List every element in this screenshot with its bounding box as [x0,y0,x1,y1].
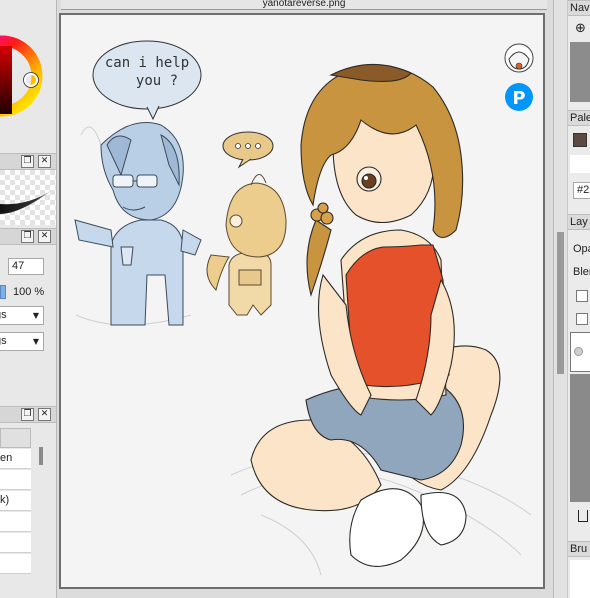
new-layer-icon[interactable] [578,510,588,522]
blend-dropdown-2[interactable]: gs ▼ [0,332,44,351]
zoom-icon[interactable]: ⊕ [575,21,586,36]
document-title[interactable]: yanotareverse.png [61,0,547,10]
list-scrollbar-thumb[interactable] [39,447,43,465]
restore-icon[interactable]: ❐ [21,408,34,421]
layer-checkbox-2[interactable] [576,313,588,325]
close-icon[interactable]: ✕ [38,230,51,243]
artwork: can i help you ? P [74,40,534,576]
canvas-area: yanotareverse.png can i help you ? P [57,0,553,598]
scrollbar-thumb[interactable] [557,232,564,374]
restore-icon[interactable]: ❐ [21,230,34,243]
layer-checkbox-1[interactable] [576,290,588,302]
navigator-preview [570,42,590,102]
hex-color-field[interactable]: #2 [573,182,590,199]
speech-bubble-line1: can i help [105,55,189,71]
close-icon[interactable]: ✕ [38,408,51,421]
blue-character [74,122,202,326]
restore-icon[interactable]: ❐ [21,155,34,168]
brush-size-field[interactable]: 47 [8,258,44,275]
left-panel: ❐ ✕ ❐ ✕ 47 100 % gs ▼ gs ▼ [0,0,57,598]
list-item[interactable] [0,512,31,532]
hair-tie [310,202,334,225]
list-item[interactable]: k) [0,491,31,511]
brush-panel-header: Bru [568,541,590,557]
chevron-down-icon: ▼ [32,337,39,346]
list-item[interactable]: en [0,449,31,469]
layer-visibility-icon[interactable] [574,347,583,356]
svg-text:P: P [512,88,525,109]
list-column-header [0,428,31,448]
opacity-value: 100 % [13,286,45,298]
drawing-canvas[interactable]: can i help you ? P [59,13,545,589]
palette-area [570,155,590,173]
palette-panel-header: Pale [568,110,590,126]
orange-small-character [206,174,287,316]
brush-list [570,560,590,598]
color-wheel[interactable] [0,0,57,152]
layer-blend-label: Blen [573,266,590,278]
right-panel: Nav ⊕ Pale #2 Lay Opa Blen Bru [553,0,590,598]
brush-preview [0,170,56,225]
blend-dropdown-1[interactable]: gs ▼ [0,306,44,325]
list-item[interactable] [0,533,31,553]
layer-opacity-label: Opa [573,243,590,255]
avatar-watermark [504,43,534,73]
chevron-down-icon: ▼ [32,311,39,320]
close-icon[interactable]: ✕ [38,155,51,168]
layers-panel-header: Lay [568,214,590,230]
speech-bubble-line2: you ? [136,73,178,89]
main-character [250,63,501,567]
opacity-slider-bar[interactable] [0,285,6,299]
navigator-panel-header: Nav [568,0,590,16]
layer-item[interactable] [570,332,590,372]
list-item[interactable] [0,470,31,490]
thought-bubble [222,131,274,169]
speech-bubble: can i help you ? [92,40,202,121]
pixiv-watermark: P [505,83,533,111]
list-item[interactable] [0,554,31,574]
layers-list-empty [570,374,590,502]
list-panel-header: ❐ ✕ [0,406,56,423]
brush-settings-header: ❐ ✕ [0,228,56,245]
brush-panel-header: ❐ ✕ [0,153,56,170]
canvas-vertical-scrollbar[interactable] [554,0,568,598]
palette-swatch[interactable] [573,133,587,147]
